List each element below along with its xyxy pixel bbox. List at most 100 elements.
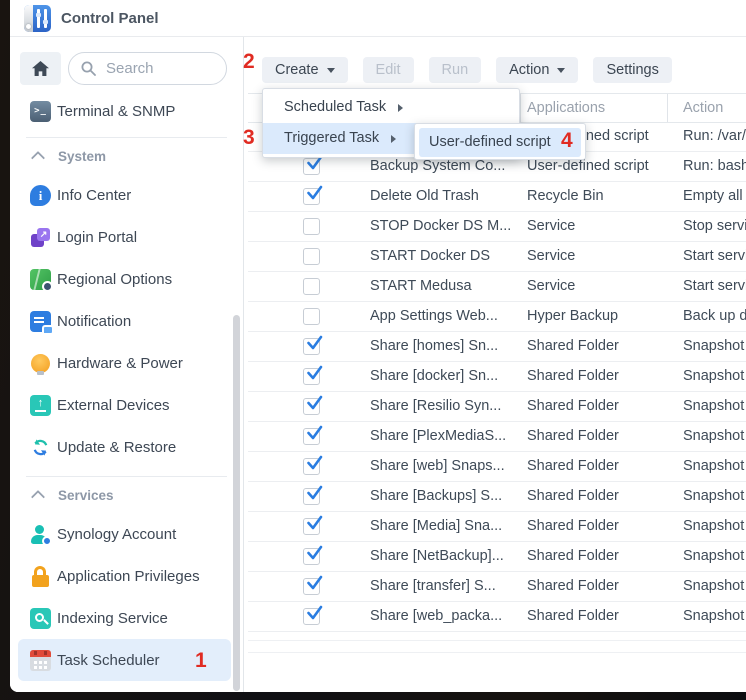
sidebar-item-regional-options[interactable]: Regional Options: [10, 258, 243, 300]
cell-task: STOP Docker DS M...: [370, 212, 511, 241]
menu-item-label: Scheduled Task: [284, 92, 386, 123]
table-row[interactable]: Share [homes] Sn...Shared FolderSnapshot: [248, 332, 746, 362]
sidebar-item-synology-account[interactable]: Synology Account: [10, 513, 243, 555]
sidebar-item-label: Indexing Service: [57, 610, 168, 627]
toolbar-run-button: Run: [429, 57, 482, 83]
toolbar-edit-button: Edit: [363, 57, 414, 83]
column-divider: [520, 94, 521, 122]
sidebar-item-info-center[interactable]: iInfo Center: [10, 174, 243, 216]
home-icon: [32, 61, 49, 76]
sidebar-section-system[interactable]: System: [10, 138, 243, 174]
cell-action: Snapshot: [683, 572, 744, 601]
button-label: Create: [275, 62, 319, 78]
checkbox-checked[interactable]: [303, 608, 320, 625]
button-label: Settings: [606, 62, 658, 78]
checkbox-checked[interactable]: [303, 428, 320, 445]
checkbox-checked[interactable]: [303, 368, 320, 385]
button-label: Edit: [376, 62, 401, 78]
cell-action: Start servic: [683, 242, 746, 271]
empty-row-divider: [248, 640, 746, 641]
submenu-arrow-icon: [391, 135, 396, 143]
sidebar-item-terminal-snmp[interactable]: >_Terminal & SNMP: [10, 90, 243, 132]
checkbox-unchecked[interactable]: [303, 278, 320, 295]
sidebar-item-label: Hardware & Power: [57, 355, 183, 372]
sidebar-scrollbar[interactable]: [233, 315, 240, 691]
search-input[interactable]: [104, 59, 226, 78]
checkbox-checked[interactable]: [303, 458, 320, 475]
column-header-applications[interactable]: Applications: [527, 94, 605, 122]
sidebar-item-label: Notification: [57, 313, 131, 330]
menu-item-scheduled-task[interactable]: Scheduled Task: [263, 92, 519, 123]
menu-item-user-defined-script[interactable]: User-defined script: [419, 128, 581, 157]
update-restore-icon: [30, 437, 51, 458]
cell-action: Run: /var/p: [683, 122, 746, 151]
sidebar-section-services[interactable]: Services: [10, 477, 243, 513]
sidebar-item-application-privileges[interactable]: Application Privileges: [10, 555, 243, 597]
cell-applications: Shared Folder: [527, 362, 619, 391]
task-table: User-defined scriptRun: /var/pBackup Sys…: [248, 122, 746, 632]
cell-applications: Shared Folder: [527, 422, 619, 451]
cell-applications: Shared Folder: [527, 392, 619, 421]
task-scheduler-icon: [30, 650, 51, 671]
cell-task: Share [web_packa...: [370, 602, 502, 631]
toolbar-action-button[interactable]: Action: [496, 57, 578, 83]
table-row[interactable]: STOP Docker DS M...ServiceStop servic: [248, 212, 746, 242]
sidebar-item-indexing-service[interactable]: Indexing Service: [10, 597, 243, 639]
cell-task: App Settings Web...: [370, 302, 498, 331]
table-row[interactable]: Share [docker] Sn...Shared FolderSnapsho…: [248, 362, 746, 392]
sidebar-item-hardware-power[interactable]: Hardware & Power: [10, 342, 243, 384]
table-row[interactable]: Share [Backups] S...Shared FolderSnapsho…: [248, 482, 746, 512]
search-box[interactable]: [68, 52, 227, 85]
checkbox-checked[interactable]: [303, 488, 320, 505]
sidebar-item-notification[interactable]: Notification: [10, 300, 243, 342]
cell-task: Share [homes] Sn...: [370, 332, 498, 361]
cell-applications: Hyper Backup: [527, 302, 618, 331]
sidebar-item-label: Info Center: [57, 187, 131, 204]
checkbox-checked[interactable]: [303, 518, 320, 535]
column-header-action[interactable]: Action: [683, 94, 723, 122]
cell-task: Share [transfer] S...: [370, 572, 496, 601]
table-row[interactable]: Delete Old TrashRecycle BinEmpty all R: [248, 182, 746, 212]
annotation-4: 4: [561, 130, 573, 151]
table-row[interactable]: Share [Media] Sna...Shared FolderSnapsho…: [248, 512, 746, 542]
empty-row-divider: [248, 652, 746, 653]
home-button[interactable]: [20, 52, 61, 85]
annotation-2: 2: [243, 51, 255, 72]
sidebar-item-external-devices[interactable]: ↑External Devices: [10, 384, 243, 426]
table-row[interactable]: Share [transfer] S...Shared FolderSnapsh…: [248, 572, 746, 602]
checkbox-checked[interactable]: [303, 188, 320, 205]
cell-task: START Medusa: [370, 272, 472, 301]
table-row[interactable]: Share [web_packa...Shared FolderSnapshot: [248, 602, 746, 632]
annotation-1: 1: [195, 650, 207, 671]
sidebar-item-update-restore[interactable]: Update & Restore: [10, 426, 243, 468]
cell-applications: Shared Folder: [527, 542, 619, 571]
table-row[interactable]: Share [web] Snaps...Shared FolderSnapsho…: [248, 452, 746, 482]
cell-applications: Shared Folder: [527, 452, 619, 481]
toolbar-create-button[interactable]: Create: [262, 57, 348, 83]
cell-applications: Service: [527, 272, 575, 301]
checkbox-unchecked[interactable]: [303, 308, 320, 325]
control-panel-icon: [24, 5, 51, 32]
table-row[interactable]: Share [NetBackup]...Shared FolderSnapsho…: [248, 542, 746, 572]
checkbox-checked[interactable]: [303, 338, 320, 355]
checkbox-checked[interactable]: [303, 398, 320, 415]
terminal-icon: >_: [30, 101, 51, 122]
sidebar-item-label: Login Portal: [57, 229, 137, 246]
checkbox-checked[interactable]: [303, 548, 320, 565]
control-panel-window: Control Panel >_Terminal & SNMPSystemiIn…: [10, 0, 746, 692]
toolbar-settings-button[interactable]: Settings: [593, 57, 671, 83]
table-row[interactable]: App Settings Web...Hyper BackupBack up d…: [248, 302, 746, 332]
cell-task: START Docker DS: [370, 242, 490, 271]
cell-applications: Shared Folder: [527, 602, 619, 631]
cell-action: Stop servic: [683, 212, 746, 241]
table-row[interactable]: Share [Resilio Syn...Shared FolderSnapsh…: [248, 392, 746, 422]
table-row[interactable]: Share [PlexMediaS...Shared FolderSnapsho…: [248, 422, 746, 452]
checkbox-checked[interactable]: [303, 158, 320, 175]
synology-account-icon: [30, 524, 51, 545]
checkbox-unchecked[interactable]: [303, 248, 320, 265]
sidebar-item-login-portal[interactable]: ↗Login Portal: [10, 216, 243, 258]
table-row[interactable]: START Docker DSServiceStart servic: [248, 242, 746, 272]
checkbox-checked[interactable]: [303, 578, 320, 595]
table-row[interactable]: START MedusaServiceStart servic: [248, 272, 746, 302]
checkbox-unchecked[interactable]: [303, 218, 320, 235]
